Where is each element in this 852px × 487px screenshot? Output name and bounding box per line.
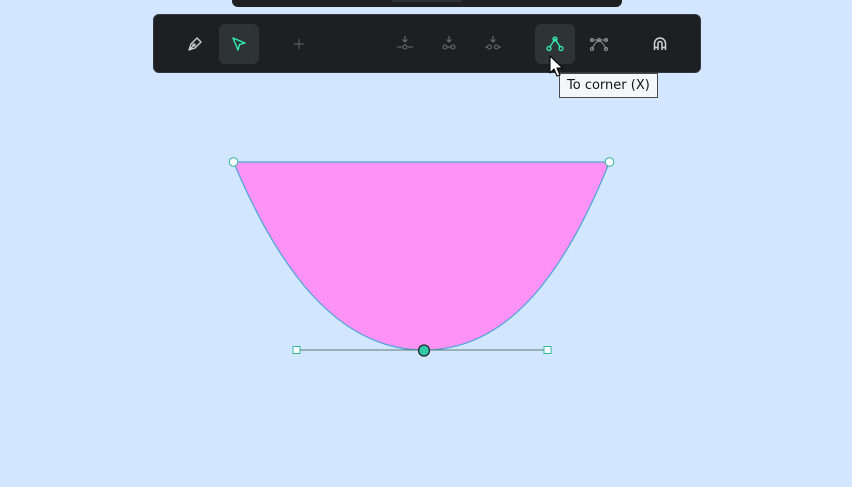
anchor-node-top-left[interactable]: [228, 157, 239, 167]
anchor-node-top-right[interactable]: [604, 157, 615, 167]
anchor-node-selected[interactable]: [417, 344, 431, 357]
mouse-cursor-icon: [549, 55, 564, 77]
tooltip: To corner (X): [559, 73, 658, 98]
bezier-handle-left[interactable]: [292, 346, 301, 354]
bezier-handle-right[interactable]: [543, 346, 552, 354]
bowl-shape[interactable]: [232, 161, 611, 351]
drawing-canvas[interactable]: [0, 0, 852, 487]
